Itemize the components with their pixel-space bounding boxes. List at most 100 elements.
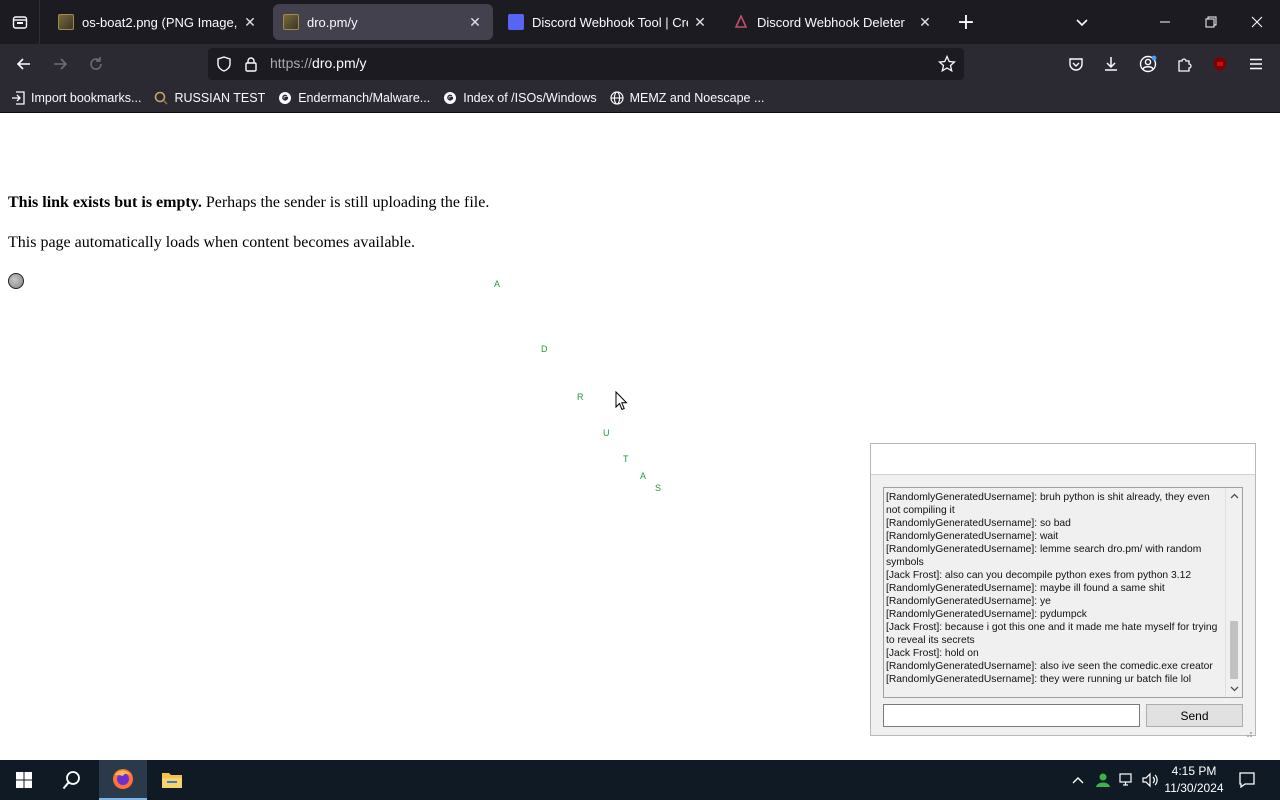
- floating-letter: D: [541, 344, 548, 354]
- floating-letter: A: [640, 471, 647, 481]
- bookmarks-toolbar: Import bookmarks... RUSSIAN TEST Enderma…: [0, 84, 1280, 113]
- bookmark-russian-test[interactable]: RUSSIAN TEST: [153, 90, 265, 106]
- list-all-tabs-button[interactable]: [1068, 8, 1096, 36]
- floating-letter: T: [623, 454, 629, 464]
- tab-title: dro.pm/y: [307, 14, 358, 30]
- bookmark-import[interactable]: Import bookmarks...: [10, 90, 141, 106]
- reload-button[interactable]: [80, 48, 112, 80]
- bookmark-index-isos[interactable]: Index of /ISOs/Windows: [442, 90, 597, 106]
- bookmark-memz-noescape[interactable]: MEMZ and Noescape ...: [609, 90, 765, 106]
- plus-icon: +: [956, 9, 976, 35]
- chat-message: [RandomlyGeneratedUsername]: they were r…: [886, 674, 1192, 685]
- chat-message-input[interactable]: [883, 704, 1140, 727]
- chat-title-area: [871, 444, 1255, 475]
- hamburger-menu-icon: [1250, 58, 1262, 70]
- url-scheme: https://: [270, 55, 313, 71]
- firefox-icon: [113, 769, 133, 789]
- tab-discord-webhook-deleter[interactable]: Discord Webhook Deleter ✕: [723, 4, 943, 40]
- chat-window: [RandomlyGeneratedUsername]: bruh python…: [870, 443, 1256, 737]
- account-button[interactable]: [1132, 48, 1164, 80]
- globe-icon: [609, 90, 625, 106]
- back-button[interactable]: [8, 48, 40, 80]
- windows-start-icon: [16, 772, 32, 788]
- close-icon: [1251, 16, 1263, 28]
- google-icon: [277, 90, 293, 106]
- chat-log[interactable]: [RandomlyGeneratedUsername]: bruh python…: [883, 487, 1243, 698]
- empty-link-message: This link exists but is empty. Perhaps t…: [8, 194, 489, 212]
- close-icon[interactable]: ✕: [242, 14, 258, 30]
- forward-arrow-icon: [54, 58, 68, 70]
- start-button[interactable]: [0, 760, 48, 800]
- pocket-button[interactable]: [1060, 48, 1092, 80]
- taskbar-search-button[interactable]: [48, 760, 96, 800]
- empty-link-rest: Perhaps the sender is still uploading th…: [201, 194, 490, 211]
- empty-link-bold: This link exists but is empty.: [8, 194, 202, 211]
- chat-message: [RandomlyGeneratedUsername]: maybe ill f…: [886, 583, 1165, 594]
- discord-tool-icon: [508, 14, 524, 30]
- clock-date: 11/30/2024: [1164, 781, 1224, 795]
- bookmark-label: Index of /ISOs/Windows: [463, 91, 597, 105]
- bookmark-label: Import bookmarks...: [31, 91, 142, 105]
- chevron-down-icon: [1076, 19, 1088, 27]
- url-text[interactable]: https://dro.pm/y: [270, 55, 367, 71]
- bookmark-star-icon[interactable]: [937, 54, 957, 77]
- tray-people-app[interactable]: [1092, 760, 1114, 800]
- chat-message: [RandomlyGeneratedUsername]: so bad: [886, 518, 1071, 529]
- auto-load-message: This page automatically loads when conte…: [8, 234, 415, 251]
- pocket-icon: [1069, 58, 1083, 71]
- tab-dro-pm[interactable]: dro.pm/y ✕: [273, 4, 493, 40]
- close-icon[interactable]: ✕: [692, 14, 708, 30]
- tab-strip: os-boat2.png (PNG Image, 128( ✕ dro.pm/y…: [0, 0, 1280, 44]
- send-button[interactable]: Send: [1146, 704, 1243, 727]
- new-tab-button[interactable]: +: [952, 8, 980, 36]
- discord-deleter-icon: [733, 14, 749, 30]
- floating-letter: S: [655, 483, 662, 493]
- restore-button[interactable]: [1188, 0, 1234, 44]
- windows-taskbar: 4:15 PM 11/30/2024: [0, 760, 1280, 800]
- account-icon: [1139, 55, 1157, 73]
- action-center-button[interactable]: [1234, 760, 1260, 800]
- tray-network[interactable]: [1116, 760, 1138, 800]
- restore-icon: [1205, 16, 1217, 28]
- tab-title: os-boat2.png (PNG Image, 128(: [82, 14, 238, 30]
- ublock-shield-icon: [1214, 57, 1226, 71]
- magnifier-icon: [153, 90, 169, 106]
- tab-discord-webhook-tool[interactable]: Discord Webhook Tool | Create ✕: [498, 4, 718, 40]
- forward-button[interactable]: [44, 48, 76, 80]
- downloads-button[interactable]: [1095, 48, 1127, 80]
- bookmark-label: MEMZ and Noescape ...: [629, 91, 765, 105]
- notification-icon: [1239, 772, 1255, 789]
- clock-time: 4:15 PM: [1171, 764, 1217, 778]
- taskbar-file-explorer[interactable]: [148, 760, 196, 800]
- minimize-button[interactable]: [1142, 0, 1188, 44]
- chevron-up-icon: [1072, 777, 1084, 784]
- tab-os-boat2[interactable]: os-boat2.png (PNG Image, 128( ✕: [48, 4, 268, 40]
- floating-letter: R: [577, 392, 584, 402]
- url-bar[interactable]: https://dro.pm/y: [208, 48, 964, 80]
- app-menu-button[interactable]: [1240, 48, 1272, 80]
- bookmark-label: Endermanch/Malware...: [298, 91, 431, 105]
- chat-scrollbar[interactable]: [1225, 488, 1242, 697]
- close-icon[interactable]: ✕: [467, 14, 483, 30]
- chevron-down-icon: [1230, 686, 1238, 692]
- mouse-cursor-icon: [615, 390, 629, 415]
- loading-spinner: [8, 273, 24, 289]
- chat-message: [RandomlyGeneratedUsername]: also ive se…: [886, 661, 1213, 672]
- tracking-protection-shield-icon[interactable]: [216, 56, 232, 76]
- tab-overview-button[interactable]: [0, 0, 40, 44]
- network-icon: [1119, 773, 1132, 786]
- url-host-path: dro.pm/y: [312, 55, 367, 71]
- extensions-button[interactable]: [1168, 48, 1200, 80]
- close-icon[interactable]: ✕: [917, 14, 933, 30]
- close-window-button[interactable]: [1234, 0, 1280, 44]
- lock-icon[interactable]: [244, 56, 258, 76]
- taskbar-firefox[interactable]: [99, 760, 147, 800]
- scroll-thumb[interactable]: [1230, 621, 1238, 679]
- taskbar-clock[interactable]: 4:15 PM 11/30/2024: [1158, 763, 1230, 797]
- ublock-origin-button[interactable]: [1204, 48, 1236, 80]
- scroll-down-button[interactable]: [1226, 681, 1242, 697]
- bookmark-endermanch-malware[interactable]: Endermanch/Malware...: [277, 90, 430, 106]
- show-hidden-icons-button[interactable]: [1068, 760, 1088, 800]
- scroll-up-button[interactable]: [1226, 488, 1242, 504]
- resize-grip-icon[interactable]: [1243, 723, 1253, 737]
